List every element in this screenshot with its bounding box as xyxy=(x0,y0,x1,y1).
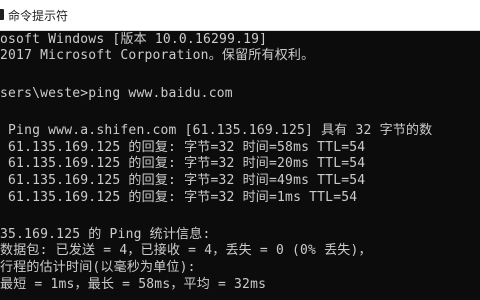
console-line-stats-title: 35.169.125 的 Ping 统计信息: xyxy=(0,227,211,242)
console-line-reply: 61.135.169.125 的回复: 字节=32 时间=1ms TTL=54 xyxy=(0,190,358,205)
console-line-reply: 61.135.169.125 的回复: 字节=32 时间=58ms TTL=54 xyxy=(0,140,366,155)
console-output[interactable]: osoft Windows [版本 10.0.16299.19] 2017 Mi… xyxy=(0,31,480,300)
console-line-copyright: 2017 Microsoft Corporation。保留所有权利。 xyxy=(0,48,315,63)
console-line-rtt-title: 行程的估计时间(以毫秒为单位): xyxy=(0,260,196,275)
window-titlebar[interactable]: 命令提示符 xyxy=(0,0,480,31)
console-line-reply: 61.135.169.125 的回复: 字节=32 时间=20ms TTL=54 xyxy=(0,156,366,171)
console-line-command: sers\weste>ping www.baidu.com xyxy=(0,86,233,101)
cmd-app-icon xyxy=(0,9,4,20)
window-title: 命令提示符 xyxy=(8,9,69,23)
console-line-rtt-values: 最短 = 1ms，最长 = 58ms，平均 = 32ms xyxy=(0,277,267,292)
console-line-ping-header: Ping www.a.shifen.com [61.135.169.125] 具… xyxy=(0,123,433,138)
console-line-packets: 数据包: 已发送 = 4，已接收 = 4，丢失 = 0 (0% 丢失)， xyxy=(0,243,372,258)
console-line-version: osoft Windows [版本 10.0.16299.19] xyxy=(0,32,268,47)
console-line-reply: 61.135.169.125 的回复: 字节=32 时间=49ms TTL=54 xyxy=(0,173,366,188)
